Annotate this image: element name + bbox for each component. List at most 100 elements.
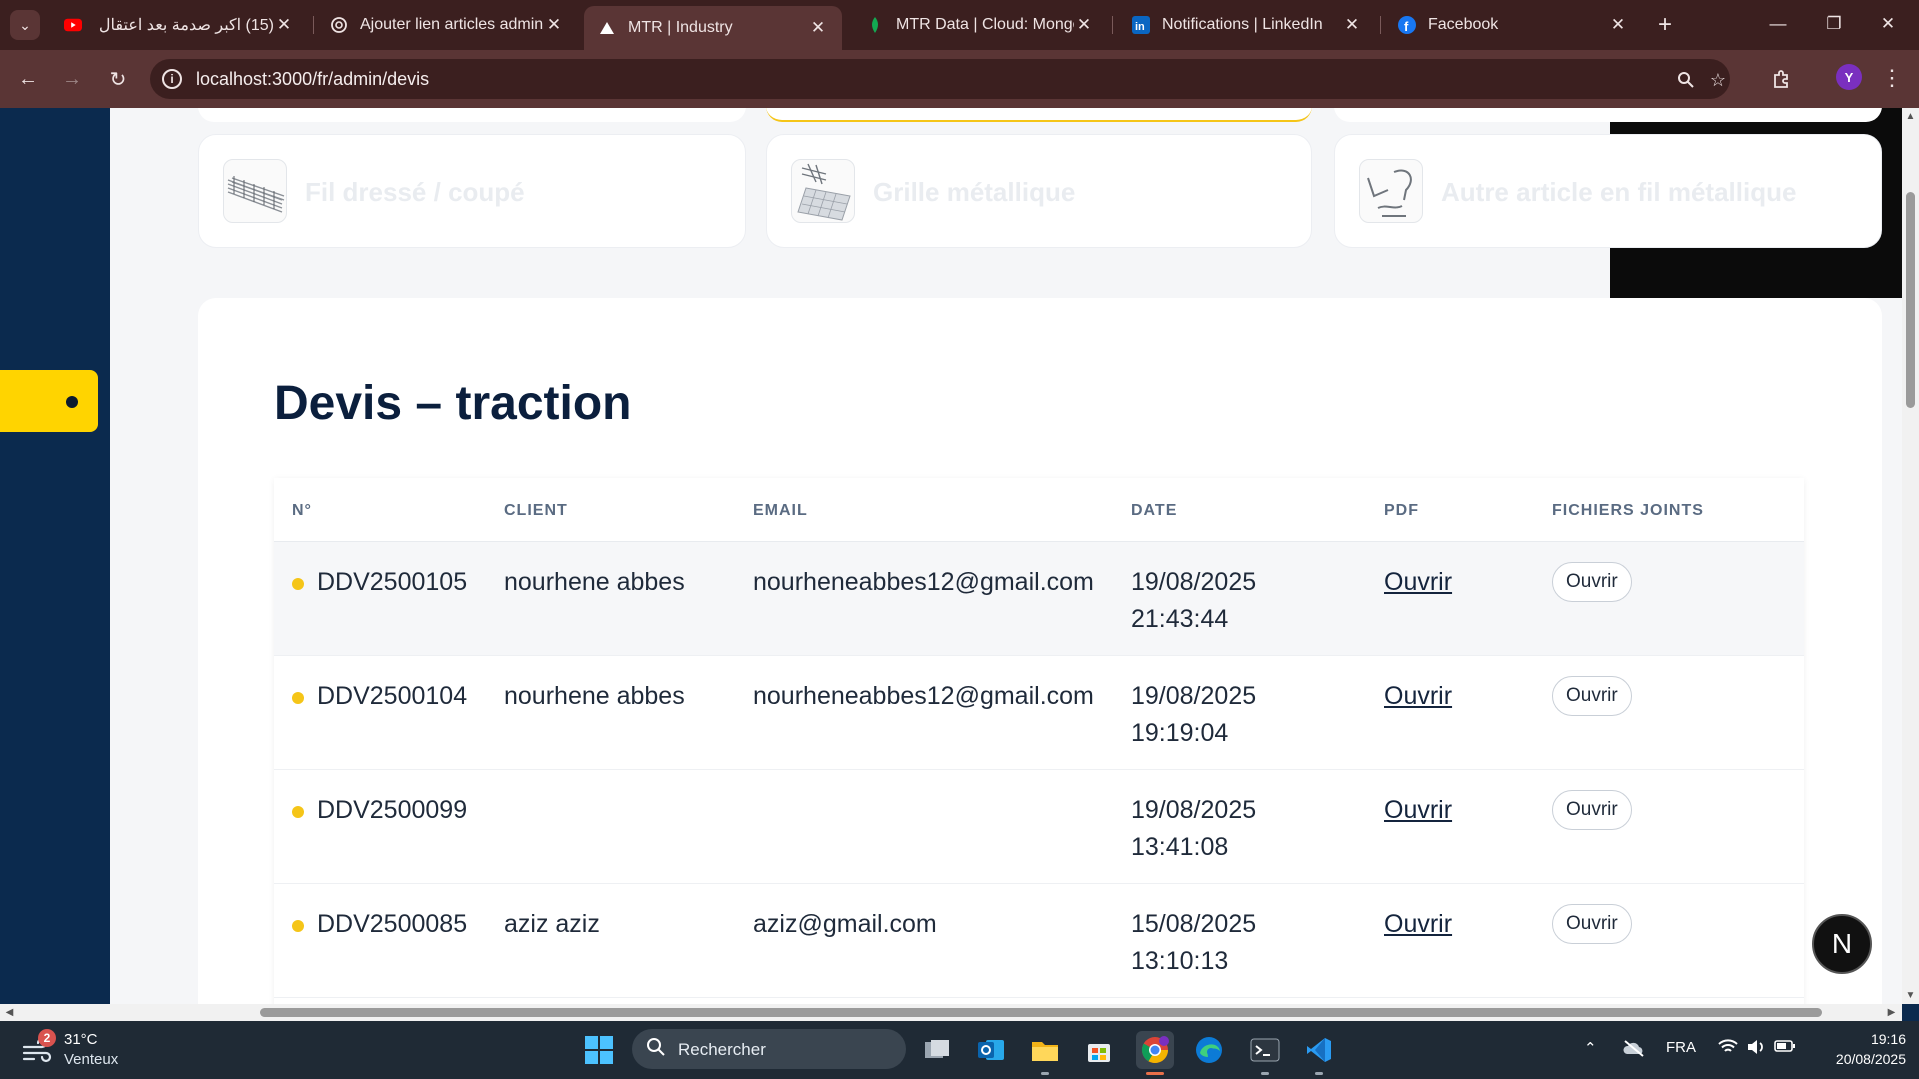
bookmark-star-icon[interactable]: ☆ — [1706, 68, 1730, 92]
input-language[interactable]: FRA — [1666, 1039, 1696, 1056]
extensions-puzzle-icon[interactable] — [1770, 67, 1794, 91]
new-tab-plus-icon[interactable]: + — [1650, 10, 1680, 40]
forward-arrow-icon[interactable]: → — [56, 63, 88, 95]
client-email: nourheneabbes12@gmail.com — [753, 682, 1094, 710]
scroll-down-arrow-icon[interactable]: ▼ — [1905, 990, 1916, 1001]
windows-taskbar: 2 31°C Venteux Rechercher ⌃ FRA 19:16 20… — [0, 1021, 1919, 1079]
vertical-scroll-thumb[interactable] — [1906, 192, 1915, 408]
browser-tab-youtube[interactable]: (15) اكبر صدمة بعد اعتقال يا ✕ — [50, 6, 308, 44]
table-header: N° CLIENT EMAIL DATE PDF FICHIERS JOINTS — [274, 478, 1804, 542]
horizontal-scrollbar[interactable]: ◀ ▶ — [0, 1004, 1902, 1021]
chrome-icon[interactable] — [1136, 1031, 1174, 1069]
browser-tab-linkedin[interactable]: in Notifications | LinkedIn ✕ — [1118, 6, 1376, 44]
profile-avatar[interactable]: Y — [1836, 64, 1862, 90]
back-arrow-icon[interactable]: ← — [12, 63, 44, 95]
attachments-open-button[interactable]: Ouvrir — [1552, 676, 1632, 716]
table-row[interactable]: DDV2500105 nourhene abbes nourheneabbes1… — [274, 542, 1804, 656]
battery-icon[interactable] — [1774, 1039, 1796, 1057]
vscode-icon[interactable] — [1300, 1031, 1338, 1069]
close-tab-icon[interactable]: ✕ — [274, 15, 294, 35]
clock-time[interactable]: 19:16 — [1856, 1031, 1906, 1047]
column-header-pdf: PDF — [1384, 502, 1419, 519]
scroll-right-arrow-icon[interactable]: ▶ — [1886, 1007, 1897, 1018]
microsoft-store-icon[interactable] — [1080, 1031, 1118, 1069]
url-text[interactable]: localhost:3000/fr/admin/devis — [196, 69, 429, 90]
file-explorer-icon[interactable] — [1026, 1031, 1064, 1069]
browser-tab-mongodb[interactable]: MTR Data | Cloud: MongoDB ✕ — [852, 6, 1108, 44]
wifi-icon[interactable] — [1718, 1039, 1738, 1059]
browser-menu-dots-icon[interactable]: ⋮ — [1880, 64, 1904, 92]
notification-count-badge: 2 — [38, 1029, 56, 1047]
category-label: Grille métallique — [873, 177, 1076, 207]
taskbar-search-box[interactable]: Rechercher — [632, 1029, 906, 1069]
pdf-open-link[interactable]: Ouvrir — [1384, 678, 1452, 715]
client-email: aziz@gmail.com — [753, 910, 937, 938]
tray-chevron-up-icon[interactable]: ⌃ — [1584, 1039, 1597, 1057]
table-row[interactable]: DDV2500099 19/08/2025 13:41:08 Ouvrir Ou… — [274, 770, 1804, 884]
table-row[interactable]: DDV2500085 aziz aziz aziz@gmail.com 15/0… — [274, 884, 1804, 998]
terminal-icon[interactable] — [1246, 1031, 1284, 1069]
devis-table: N° CLIENT EMAIL DATE PDF FICHIERS JOINTS… — [274, 478, 1804, 1004]
time-value: 19:19:04 — [1131, 719, 1229, 747]
scroll-left-arrow-icon[interactable]: ◀ — [4, 1007, 15, 1018]
browser-tab-facebook[interactable]: f Facebook ✕ — [1384, 6, 1642, 44]
windows-start-icon[interactable] — [584, 1035, 614, 1065]
youtube-icon — [64, 16, 82, 34]
tab-label: Facebook — [1428, 16, 1499, 33]
close-tab-icon[interactable]: ✕ — [1074, 15, 1094, 35]
task-view-icon[interactable] — [918, 1031, 956, 1069]
chatgpt-icon — [330, 16, 348, 34]
pdf-open-link[interactable]: Ouvrir — [1384, 564, 1452, 601]
category-card-grille[interactable]: Grille métallique — [766, 134, 1312, 248]
tab-label: MTR | Industry — [628, 19, 733, 36]
client-name: nourhene abbes — [504, 568, 685, 596]
horizontal-scroll-thumb[interactable] — [260, 1008, 1822, 1017]
category-card-partial[interactable] — [1334, 108, 1882, 122]
outlook-icon[interactable] — [972, 1031, 1010, 1069]
zoom-magnifier-icon[interactable] — [1674, 68, 1698, 92]
tab-label: MTR Data | Cloud: MongoDB — [896, 16, 1074, 33]
devis-date: 19/08/2025 13:41:08 — [1131, 792, 1256, 866]
close-tab-icon[interactable]: ✕ — [544, 15, 564, 35]
category-card-partial-selected[interactable] — [766, 108, 1312, 122]
attachments-open-button[interactable]: Ouvrir — [1552, 790, 1632, 830]
attachments-open-button[interactable]: Ouvrir — [1552, 562, 1632, 602]
devis-panel: Devis – traction N° CLIENT EMAIL DATE PD… — [198, 298, 1882, 1004]
attachments-open-button[interactable]: Ouvrir — [1552, 904, 1632, 944]
weather-description[interactable]: Venteux — [64, 1051, 118, 1068]
close-tab-icon[interactable]: ✕ — [808, 18, 828, 38]
site-info-icon[interactable]: i — [162, 69, 182, 89]
pdf-open-link[interactable]: Ouvrir — [1384, 792, 1452, 829]
admin-sidebar — [0, 108, 110, 1004]
reload-icon[interactable]: ↻ — [102, 63, 134, 95]
time-value: 13:41:08 — [1131, 833, 1229, 861]
onedrive-offline-icon[interactable] — [1622, 1039, 1646, 1061]
browser-tab-chatgpt[interactable]: Ajouter lien articles admin ✕ — [316, 6, 578, 44]
clock-date[interactable]: 20/08/2025 — [1818, 1051, 1906, 1067]
nextjs-dev-badge[interactable]: N — [1812, 914, 1872, 974]
address-bar[interactable]: i localhost:3000/fr/admin/devis ☆ — [150, 59, 1730, 99]
running-indicator — [1261, 1072, 1269, 1075]
minimize-icon[interactable]: — — [1756, 8, 1800, 40]
table-row[interactable]: DDV2500104 nourhene abbes nourheneabbes1… — [274, 656, 1804, 770]
browser-tab-mtr-industry[interactable]: MTR | Industry ✕ — [584, 6, 842, 50]
volume-icon[interactable] — [1746, 1039, 1766, 1059]
category-card-fil-dresse[interactable]: Fil dressé / coupé — [198, 134, 746, 248]
svg-text:f: f — [1404, 19, 1409, 34]
time-value: 21:43:44 — [1131, 605, 1229, 633]
window-close-icon[interactable]: ✕ — [1866, 8, 1910, 40]
pdf-open-link[interactable]: Ouvrir — [1384, 906, 1452, 943]
category-label: Fil dressé / coupé — [305, 177, 525, 207]
edge-icon[interactable] — [1190, 1031, 1228, 1069]
close-tab-icon[interactable]: ✕ — [1342, 15, 1362, 35]
category-card-partial[interactable] — [198, 108, 746, 122]
sidebar-active-item[interactable] — [0, 370, 98, 432]
tab-search-chevron-icon[interactable]: ⌄ — [10, 10, 40, 40]
weather-temperature[interactable]: 31°C — [64, 1031, 98, 1048]
category-card-autre[interactable]: Autre article en fil métallique — [1334, 134, 1882, 248]
mongodb-leaf-icon — [866, 16, 884, 34]
vertical-scrollbar[interactable]: ▲ ▼ — [1902, 108, 1919, 1004]
restore-icon[interactable]: ❐ — [1812, 8, 1856, 40]
close-tab-icon[interactable]: ✕ — [1608, 15, 1628, 35]
scroll-up-arrow-icon[interactable]: ▲ — [1905, 111, 1916, 122]
